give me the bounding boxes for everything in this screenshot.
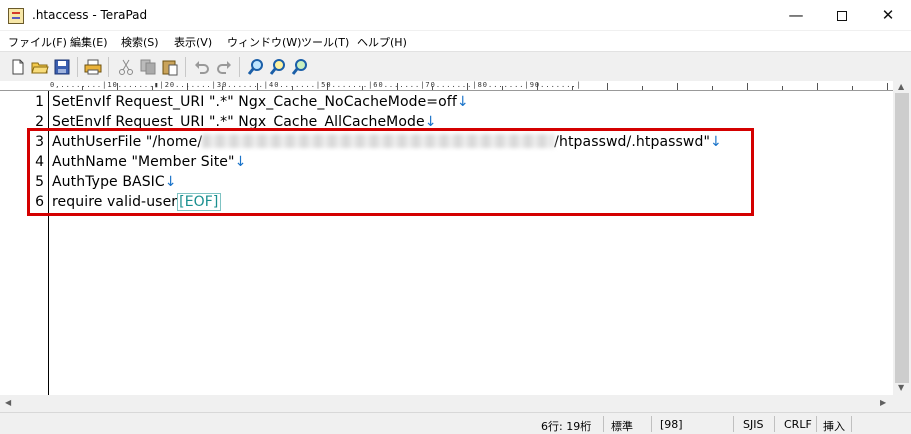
- vertical-scroll-thumb[interactable]: [895, 93, 909, 383]
- insert-mode: 挿入: [823, 420, 845, 433]
- scroll-left-icon[interactable]: ◀: [5, 398, 11, 407]
- maximize-button[interactable]: [819, 0, 865, 31]
- new-file-icon[interactable]: [9, 58, 27, 76]
- cursor-position: 6行: 19桁: [541, 420, 592, 433]
- menu-help[interactable]: ヘルプ(H): [357, 34, 407, 50]
- status-separator: [603, 416, 604, 432]
- toolbar-separator: [77, 57, 78, 77]
- title-bar: .htaccess - TeraPad — ✕: [0, 0, 911, 31]
- paste-icon[interactable]: [161, 58, 179, 76]
- print-icon[interactable]: [84, 58, 102, 76]
- menu-bar: ファイル(F) 編集(E) 検索(S) 表示(V) ウィンドウ(W) ツール(T…: [0, 31, 911, 51]
- char-code: [98]: [660, 418, 683, 431]
- menu-window[interactable]: ウィンドウ(W): [227, 34, 301, 50]
- encoding: SJIS: [743, 418, 764, 431]
- scroll-down-icon[interactable]: ▼: [898, 383, 904, 392]
- menu-view[interactable]: 表示(V): [174, 34, 212, 50]
- toolbar-separator: [185, 57, 186, 77]
- highlight-annotation-box: [27, 128, 754, 216]
- status-separator: [816, 416, 817, 432]
- copy-icon[interactable]: [139, 58, 157, 76]
- status-separator: [733, 416, 734, 432]
- close-button[interactable]: ✕: [865, 0, 911, 31]
- menu-file[interactable]: ファイル(F): [8, 34, 67, 50]
- ruler-label: 0,........|10.......▮|20.......|30......…: [50, 81, 582, 89]
- status-bar: 6行: 19桁 標準 [98] SJIS CRLF 挿入: [0, 412, 911, 434]
- redo-icon[interactable]: [215, 58, 233, 76]
- line-ending: CRLF: [784, 418, 812, 431]
- code-text: SetEnvIf Request_URI ".*" Ngx_Cache_NoCa…: [52, 94, 457, 110]
- maximize-icon: [837, 11, 847, 21]
- menu-edit[interactable]: 編集(E): [70, 34, 108, 50]
- view-mode: 標準: [611, 420, 633, 433]
- code-line[interactable]: SetEnvIf Request_URI ".*" Ngx_Cache_NoCa…: [52, 94, 469, 110]
- window-title: .htaccess - TeraPad: [32, 8, 148, 22]
- undo-icon[interactable]: [193, 58, 211, 76]
- scroll-right-icon[interactable]: ▶: [880, 398, 886, 407]
- status-separator: [851, 416, 852, 432]
- scrollbar-corner: [893, 395, 911, 412]
- minimize-button[interactable]: —: [773, 0, 819, 31]
- toolbar-separator: [239, 57, 240, 77]
- find-next-icon[interactable]: [269, 58, 287, 76]
- find-prev-icon[interactable]: [291, 58, 309, 76]
- column-ruler: 0,........|10.......▮|20.......|30......…: [48, 81, 893, 91]
- cut-icon[interactable]: [117, 58, 135, 76]
- status-separator: [774, 416, 775, 432]
- open-folder-icon[interactable]: [31, 58, 49, 76]
- menu-tools[interactable]: ツール(T): [301, 34, 349, 50]
- terapad-app-icon[interactable]: [8, 8, 24, 24]
- ruler-gutter: [0, 81, 48, 91]
- line-number: 1: [35, 94, 44, 110]
- status-separator: [651, 416, 652, 432]
- menu-search[interactable]: 検索(S): [121, 34, 159, 50]
- horizontal-scrollbar[interactable]: ◀ ▶: [0, 395, 893, 412]
- save-icon[interactable]: [53, 58, 71, 76]
- toolbar-separator: [108, 57, 109, 77]
- find-icon[interactable]: [247, 58, 265, 76]
- toolbar: [0, 51, 911, 81]
- vertical-scrollbar[interactable]: ▲ ▼: [893, 81, 911, 395]
- newline-mark: ↓: [456, 94, 469, 110]
- scroll-up-icon[interactable]: ▲: [898, 82, 904, 91]
